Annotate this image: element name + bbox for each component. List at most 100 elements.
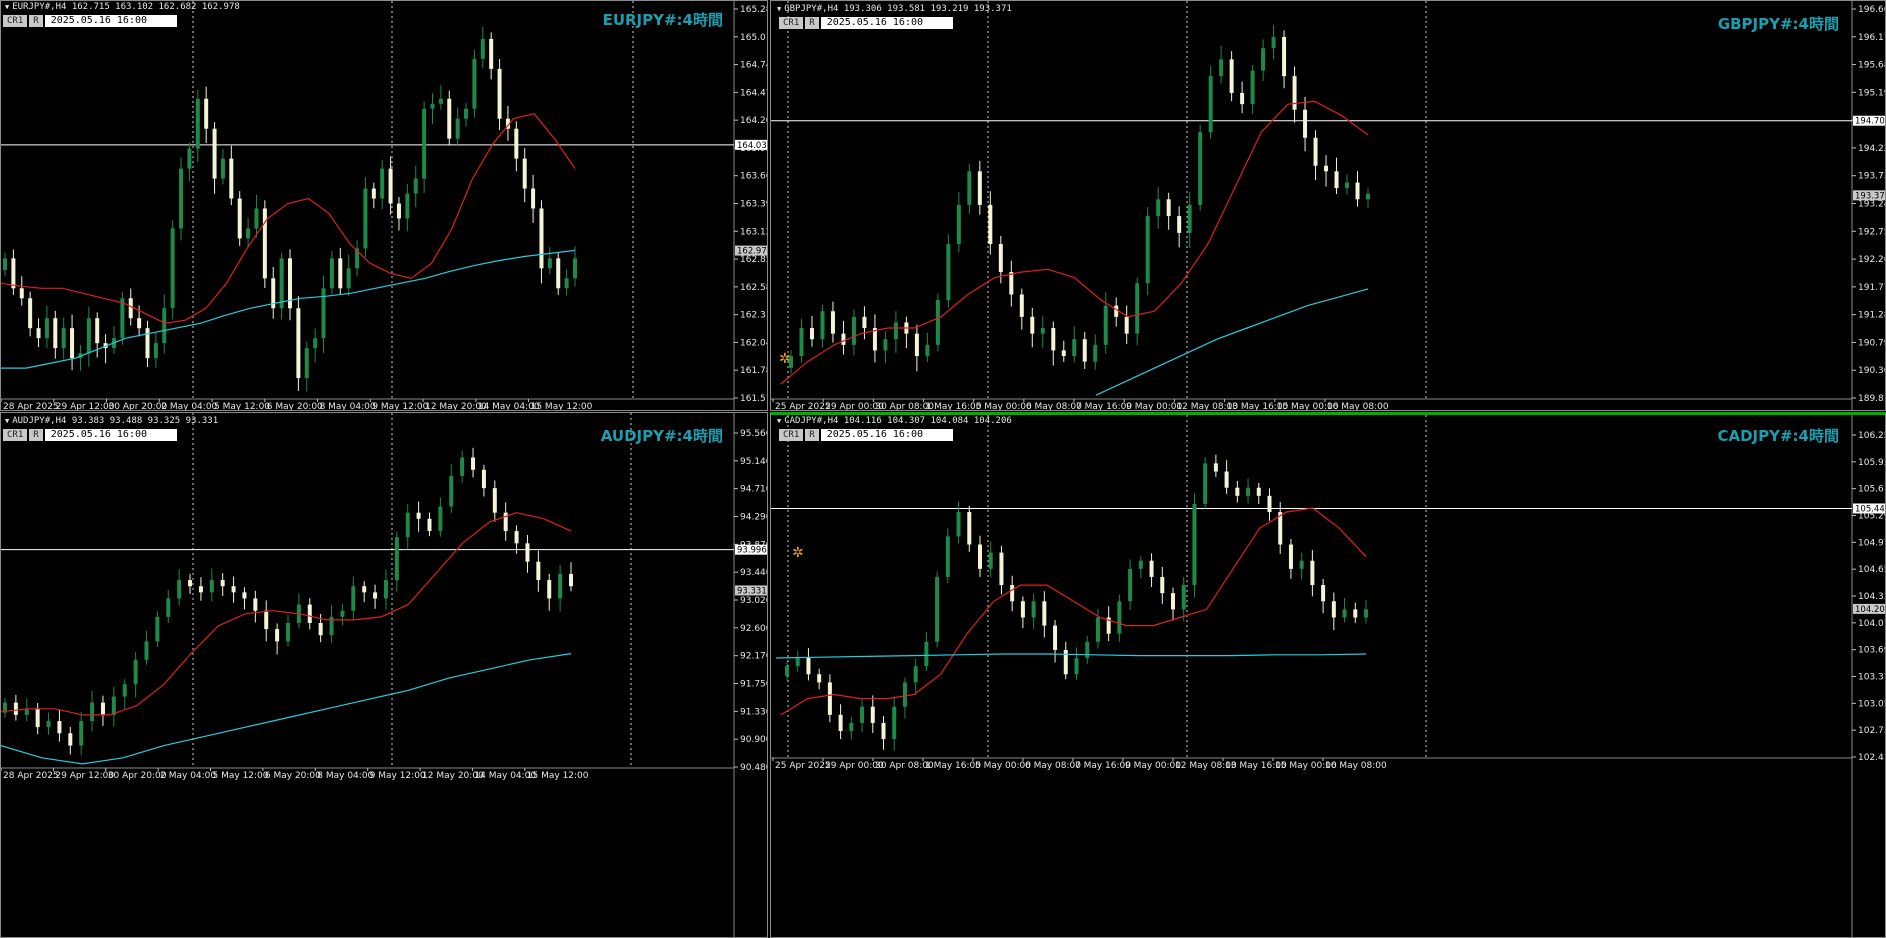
candle-body [61, 328, 66, 349]
candle-body [264, 610, 269, 630]
level-price-label: 105.444 [1855, 504, 1886, 514]
x-tick-label: 6 May 08:00 [1026, 402, 1082, 411]
candle-body [1040, 328, 1045, 334]
candle-body [1095, 617, 1100, 642]
r-chip[interactable]: R [805, 17, 819, 29]
cr1-chip[interactable]: CR1 [779, 17, 804, 29]
candle-body [1187, 204, 1192, 233]
datetime-box[interactable]: 2025.05.16 16:00 [44, 429, 177, 441]
candle-body [253, 598, 258, 611]
y-tick-label: 194.220 [1858, 144, 1886, 154]
r-chip[interactable]: R [805, 429, 819, 441]
y-tick-label: 90.900 [740, 735, 768, 745]
datetime-box[interactable]: 2025.05.16 16:00 [820, 429, 953, 441]
candle-body [547, 580, 552, 599]
y-tick-label: 196.660 [1858, 5, 1886, 15]
y-tick-label: 191.770 [1858, 283, 1886, 293]
candle-body [209, 580, 214, 593]
chart-window-gbpjpy[interactable]: 196.660 196.170 195.680 195.190 194.704 194.2… [770, 0, 1886, 411]
datetime-box[interactable]: 2025.05.16 16:00 [820, 17, 953, 29]
audjpy-plot[interactable]: 95.56095.14094.71094.29093.87093.44093.0… [1, 413, 768, 938]
y-tick-label: 190.300 [1858, 366, 1886, 376]
candle-body [120, 298, 125, 339]
x-tick-label: 29 Apr 12:00 [56, 402, 115, 411]
candle-body [978, 544, 982, 569]
collapse-triangle-icon[interactable]: ▼ [777, 5, 781, 13]
y-tick-label: 94.710 [740, 485, 768, 495]
eurjpy-subbar: CR1 R 2025.05.16 16:00 [3, 15, 177, 27]
y-tick-label: 103.690 [1858, 646, 1886, 656]
candle-body [827, 682, 832, 715]
chart-window-cadjpy[interactable]: 106.250105.930105.610105.290104.970104.6… [770, 412, 1886, 938]
cr1-chip[interactable]: CR1 [779, 429, 804, 441]
eurjpy-plot[interactable]: 165.280165.010164.740164.470164.200163.9… [1, 1, 768, 411]
candle-body [416, 512, 421, 519]
x-tick-label: 2 May 04:00 [161, 402, 217, 411]
x-tick-label: 8 May 04:00 [317, 771, 373, 781]
x-tick-label: 6 May 20:00 [265, 771, 321, 781]
candle-body [556, 258, 561, 289]
candle-body [1082, 339, 1087, 362]
x-tick-label: 9 May 00:00 [1125, 761, 1181, 771]
candle-body [1303, 109, 1308, 138]
moving-average-slow [775, 653, 1367, 659]
cr1-chip[interactable]: CR1 [3, 429, 28, 441]
candle-body [1299, 560, 1304, 569]
r-chip[interactable]: R [29, 429, 43, 441]
candle-body [892, 706, 897, 740]
candle-body [373, 592, 378, 599]
y-tick-label: 104.970 [1858, 538, 1886, 548]
gbpjpy-header: ▼ GBPJPY#,H4 193.306 193.581 193.219 193.… [777, 3, 1012, 15]
gbpjpy-plot[interactable]: 196.660 196.170 195.680 195.190 194.704 194.2… [771, 1, 1886, 411]
candle-body [1010, 585, 1015, 602]
candle-body [70, 328, 75, 359]
candle-body [1342, 609, 1347, 618]
candle-body [809, 328, 814, 340]
chart-window-audjpy[interactable]: 95.56095.14094.71094.29093.87093.44093.0… [0, 412, 768, 938]
candle-body [340, 610, 345, 617]
x-tick-label: 1 May 16:00 [925, 761, 981, 771]
collapse-triangle-icon[interactable]: ▼ [5, 417, 9, 425]
y-tick-label: 164.200 [740, 116, 768, 126]
y-tick-label: 192.260 [1858, 255, 1886, 265]
candle-body [1020, 601, 1025, 618]
r-chip[interactable]: R [29, 15, 43, 27]
candle-body [447, 98, 452, 139]
candle-body [472, 58, 477, 109]
eurjpy-title: EURJPY#:4時間 [602, 11, 723, 29]
candle-body [1160, 576, 1165, 594]
candle-body [388, 168, 393, 204]
y-tick-label: 163.395 [740, 200, 768, 210]
candle-body [1261, 48, 1266, 71]
y-tick-label: 102.730 [1858, 726, 1886, 736]
candle-body [795, 658, 800, 667]
x-tick-label: 2 May 04:00 [160, 771, 216, 781]
level-price-label: 164.038 [737, 141, 768, 151]
candle-body [1203, 463, 1208, 504]
y-tick-label: 93.020 [740, 596, 768, 606]
collapse-triangle-icon[interactable]: ▼ [777, 417, 781, 425]
cadjpy-plot[interactable]: 106.250105.930105.610105.290104.970104.6… [771, 415, 1886, 938]
crosshair-marker-icon[interactable]: ✲ [779, 351, 791, 367]
candle-body [785, 666, 789, 676]
datetime-box[interactable]: 2025.05.16 16:00 [44, 15, 177, 27]
y-tick-label: 90.480 [740, 763, 768, 773]
candle-body [914, 333, 919, 357]
candle-body [946, 244, 951, 301]
crosshair-marker-icon[interactable]: ✲ [792, 545, 804, 561]
candle-body [1061, 350, 1066, 357]
candle-body [279, 258, 284, 309]
candle-body [155, 616, 160, 642]
candle-body [1171, 593, 1175, 610]
candle-body [286, 622, 290, 642]
cadjpy-subbar: CR1 R 2025.05.16 16:00 [779, 429, 953, 441]
x-tick-label: 5 May 00:00 [975, 761, 1031, 771]
candle-body [1128, 568, 1133, 602]
x-tick-label: 7 May 16:00 [1075, 761, 1131, 771]
candle-body [1345, 182, 1350, 189]
cr1-chip[interactable]: CR1 [3, 15, 28, 27]
collapse-triangle-icon[interactable]: ▼ [5, 3, 9, 11]
y-tick-label: 196.170 [1858, 33, 1886, 43]
y-tick-label: 162.585 [740, 283, 768, 293]
chart-window-eurjpy[interactable]: 165.280165.010164.740164.470164.200163.9… [0, 0, 768, 411]
